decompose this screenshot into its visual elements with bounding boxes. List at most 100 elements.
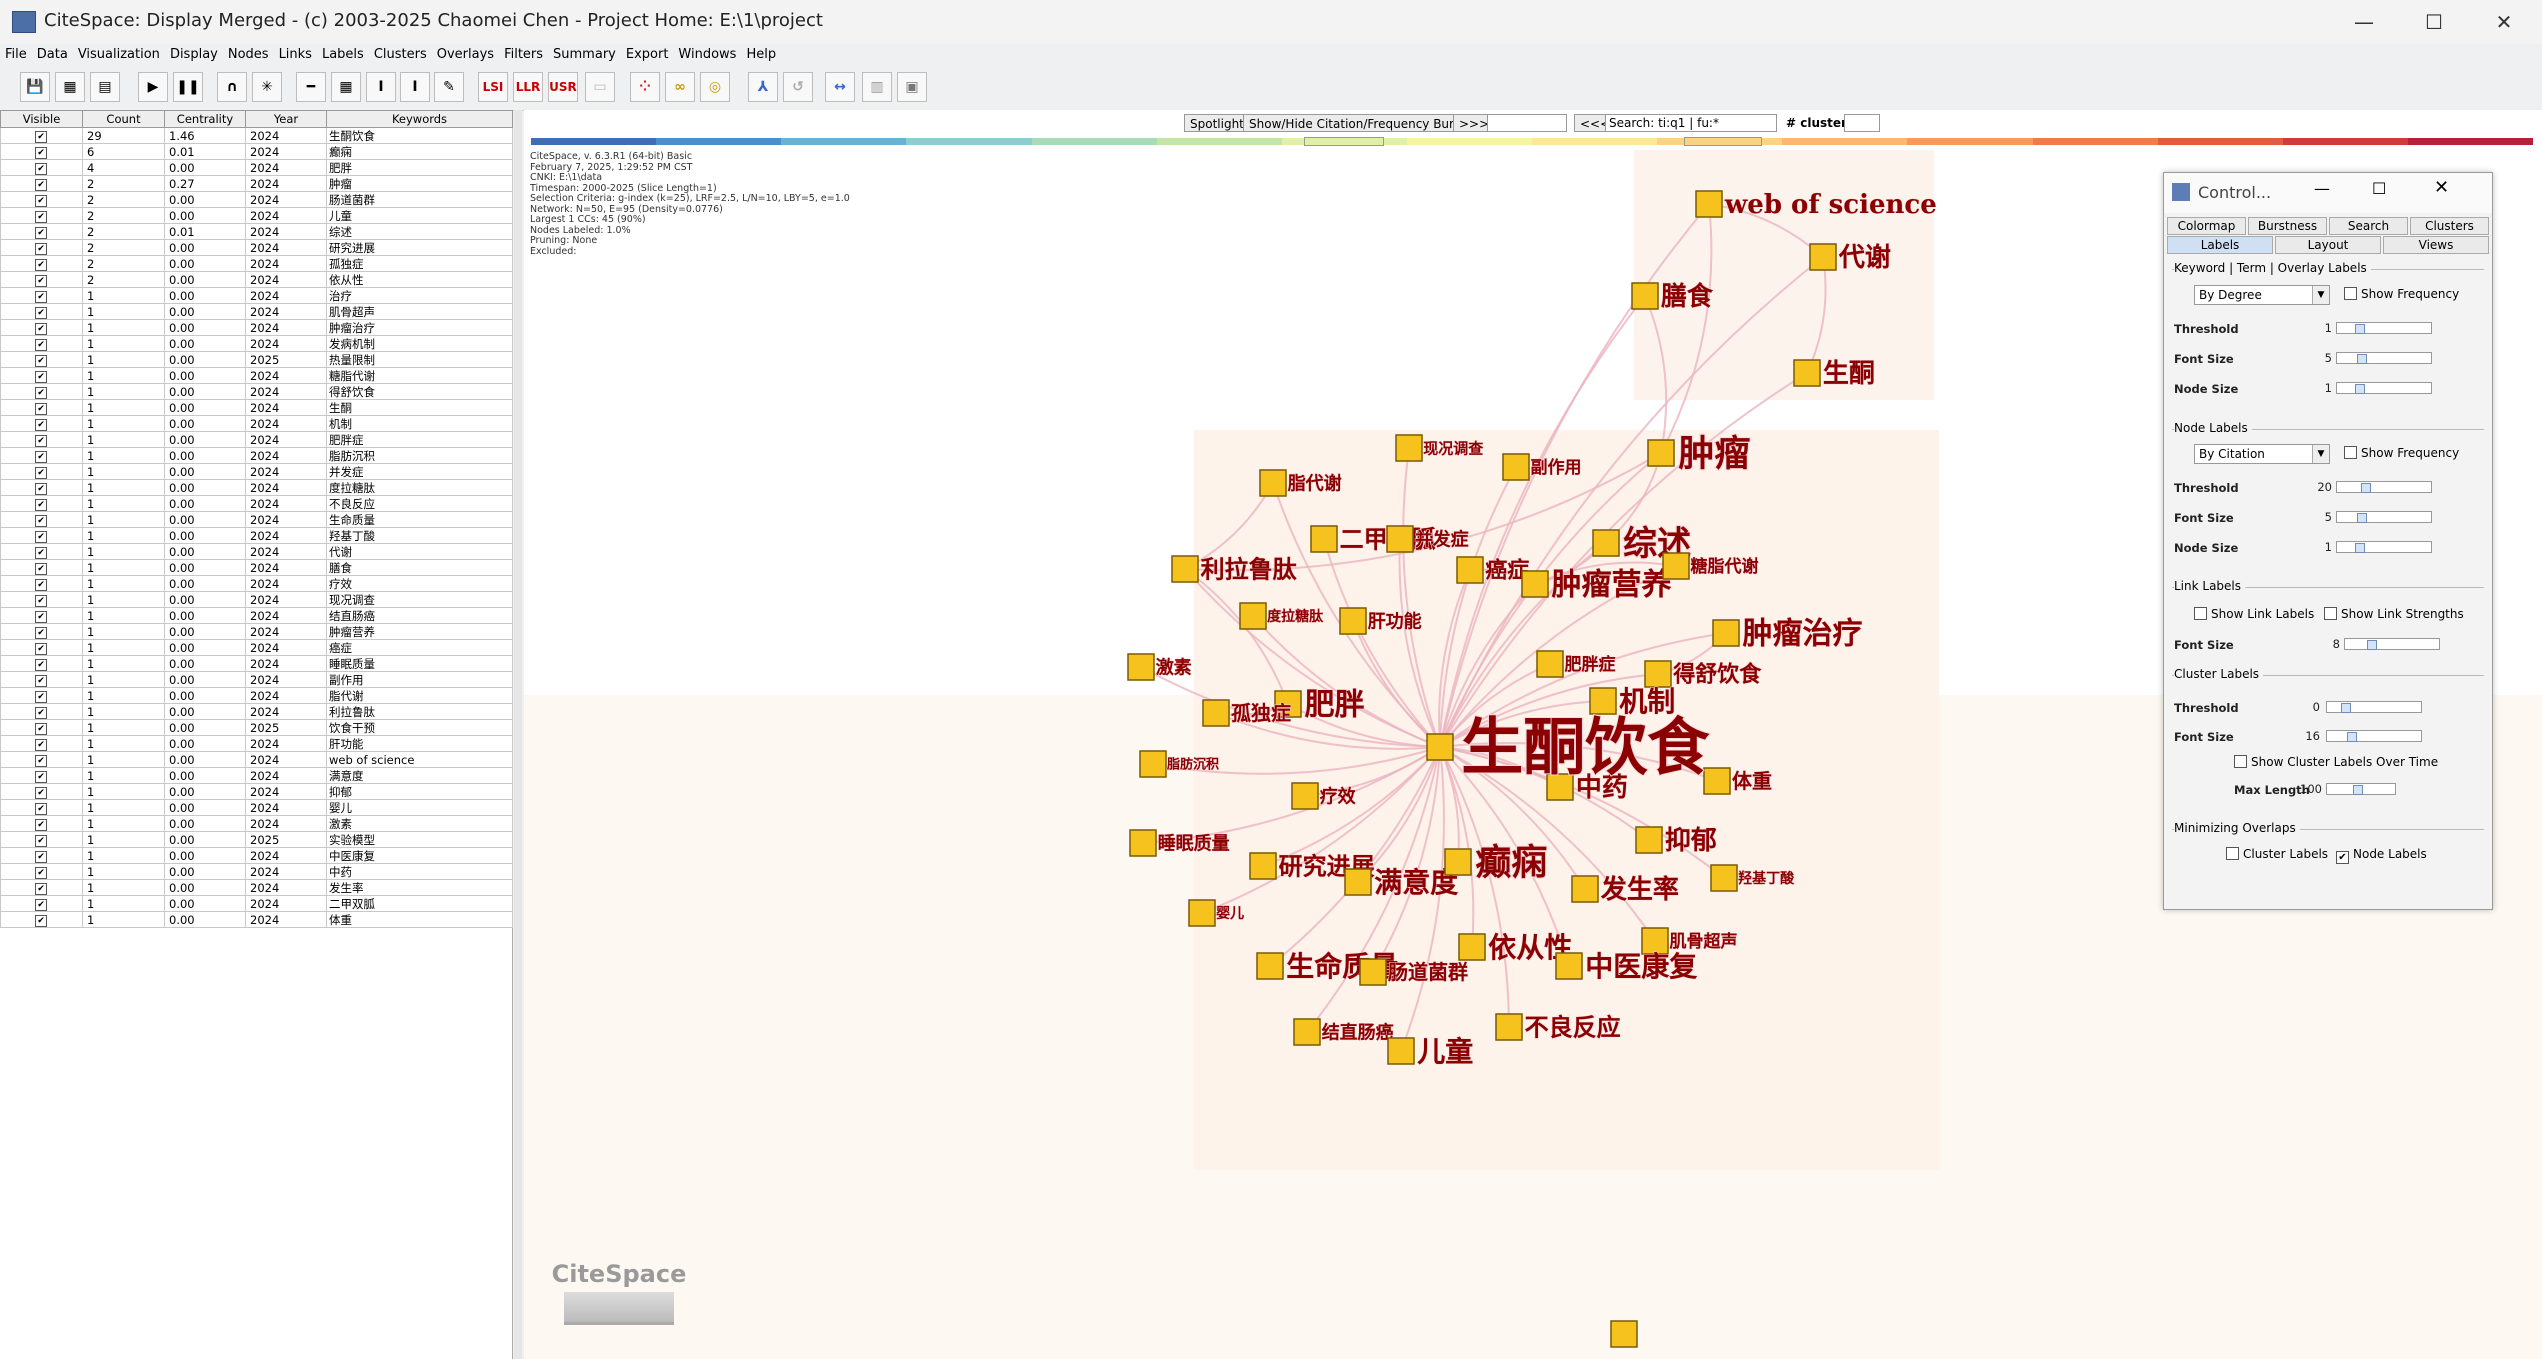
table-row[interactable]: ✔ 1 0.00 2024 体重 [0, 911, 513, 928]
network-node[interactable] [1662, 552, 1690, 580]
tab-views[interactable]: Views [2383, 236, 2489, 254]
table-row[interactable]: ✔ 1 0.00 2024 癌症 [0, 639, 513, 656]
burst-icon[interactable]: ✳ [252, 72, 282, 102]
visible-cell[interactable]: ✔ [0, 415, 83, 432]
visible-cell[interactable]: ✔ [0, 287, 83, 304]
network-node[interactable] [1695, 190, 1723, 218]
visible-cell[interactable]: ✔ [0, 719, 83, 736]
visible-checkbox[interactable]: ✔ [35, 659, 47, 671]
table-row[interactable]: ✔ 1 0.00 2024 脂代谢 [0, 687, 513, 704]
cluster-dots-icon[interactable]: ⁘ [630, 72, 660, 102]
visible-checkbox[interactable]: ✔ [35, 371, 47, 383]
table-row[interactable]: ✔ 2 0.00 2024 孤独症 [0, 255, 513, 272]
network-node[interactable] [1502, 453, 1530, 481]
visible-checkbox[interactable]: ✔ [35, 131, 47, 143]
table-row[interactable]: ✔ 1 0.00 2025 实验模型 [0, 831, 513, 848]
network-node-label[interactable]: 副作用 [1530, 456, 1582, 478]
table-row[interactable]: ✔ 1 0.00 2024 生酮 [0, 399, 513, 416]
grid-color-icon[interactable]: ▦ [331, 72, 361, 102]
table-row[interactable]: ✔ 1 0.00 2024 睡眠质量 [0, 655, 513, 672]
minimize-button[interactable]: — [2336, 6, 2392, 38]
visible-checkbox[interactable]: ✔ [35, 579, 47, 591]
keyword-threshold-slider[interactable] [2336, 322, 2432, 334]
keyword-label-combo[interactable]: By Degree ▼ [2194, 285, 2330, 305]
visible-checkbox[interactable]: ✔ [35, 883, 47, 895]
visible-checkbox[interactable]: ✔ [35, 707, 47, 719]
node-label-combo[interactable]: By Citation ▼ [2194, 444, 2330, 464]
menu-nodes[interactable]: Nodes [223, 44, 274, 62]
visible-cell[interactable]: ✔ [0, 623, 83, 640]
network-node[interactable] [1344, 868, 1372, 896]
menu-help[interactable]: Help [741, 44, 781, 62]
visible-cell[interactable]: ✔ [0, 783, 83, 800]
network-node-label[interactable]: 肿瘤治疗 [1742, 616, 1863, 652]
visible-cell[interactable]: ✔ [0, 895, 83, 912]
visible-checkbox[interactable]: ✔ [35, 531, 47, 543]
visible-cell[interactable]: ✔ [0, 223, 83, 240]
tab-burstness[interactable]: Burstness [2248, 217, 2327, 235]
visible-cell[interactable]: ✔ [0, 559, 83, 576]
table-row[interactable]: ✔ 1 0.00 2024 中药 [0, 863, 513, 880]
network-node-label[interactable]: 癫痫 [1474, 841, 1548, 885]
table-row[interactable]: ✔ 2 0.00 2024 肠道菌群 [0, 191, 513, 208]
clapper-icon[interactable]: ▦ [55, 72, 85, 102]
table-row[interactable]: ✔ 1 0.00 2025 热量限制 [0, 351, 513, 368]
visible-cell[interactable]: ✔ [0, 687, 83, 704]
table-row[interactable]: ✔ 2 0.00 2024 依从性 [0, 271, 513, 288]
pause-icon[interactable]: ❚❚ [173, 72, 203, 102]
visible-cell[interactable]: ✔ [0, 799, 83, 816]
visible-cell[interactable]: ✔ [0, 847, 83, 864]
visible-checkbox[interactable]: ✔ [35, 467, 47, 479]
network-node-label[interactable]: 利拉鲁肽 [1200, 554, 1298, 584]
visible-cell[interactable]: ✔ [0, 831, 83, 848]
visible-cell[interactable]: ✔ [0, 207, 83, 224]
visible-cell[interactable]: ✔ [0, 367, 83, 384]
visible-cell[interactable]: ✔ [0, 735, 83, 752]
visible-cell[interactable]: ✔ [0, 383, 83, 400]
visible-cell[interactable]: ✔ [0, 303, 83, 320]
table-row[interactable]: ✔ 1 0.00 2024 度拉糖肽 [0, 479, 513, 496]
network-node-label[interactable]: 并发症 [1414, 528, 1469, 551]
visible-checkbox[interactable]: ✔ [35, 595, 47, 607]
close-button[interactable]: ✕ [2476, 6, 2532, 38]
table-row[interactable]: ✔ 1 0.00 2024 肿瘤营养 [0, 623, 513, 640]
menu-filters[interactable]: Filters [499, 44, 548, 62]
network-node-label[interactable]: 中医康复 [1585, 949, 1698, 983]
visible-checkbox[interactable]: ✔ [35, 867, 47, 879]
resize-icon[interactable]: ↔ [825, 72, 855, 102]
menu-export[interactable]: Export [621, 44, 674, 62]
visible-cell[interactable]: ✔ [0, 879, 83, 896]
undo-icon[interactable]: ↺ [783, 72, 813, 102]
max-length-slider[interactable] [2326, 783, 2396, 795]
network-node[interactable] [1592, 529, 1620, 557]
table-row[interactable]: ✔ 1 0.00 2024 二甲双胍 [0, 895, 513, 912]
network-node-label[interactable]: web of science [1723, 190, 1937, 221]
keyword-node-size-slider[interactable] [2336, 382, 2432, 394]
network-node-label[interactable]: 糖脂代谢 [1690, 555, 1759, 577]
visible-checkbox[interactable]: ✔ [35, 547, 47, 559]
palette-icon[interactable]: ✎ [434, 72, 464, 102]
network-node-label[interactable]: 抑郁 [1664, 826, 1717, 857]
splitter[interactable] [514, 110, 522, 1359]
table-row[interactable]: ✔ 1 0.00 2024 肌骨超声 [0, 303, 513, 320]
table-row[interactable]: ✔ 1 0.00 2024 肝功能 [0, 735, 513, 752]
table-row[interactable]: ✔ 2 0.01 2024 综述 [0, 223, 513, 240]
visible-cell[interactable]: ✔ [0, 655, 83, 672]
network-node-label[interactable]: 肠道菌群 [1388, 960, 1469, 985]
visible-checkbox[interactable]: ✔ [35, 339, 47, 351]
network-node[interactable] [1386, 525, 1414, 553]
network-node-label[interactable]: 肿瘤营养 [1551, 567, 1672, 603]
pdf-icon[interactable]: ▤ [90, 72, 120, 102]
target-icon[interactable]: ◎ [700, 72, 730, 102]
column-header-visible[interactable]: Visible [0, 110, 83, 128]
visible-checkbox[interactable]: ✔ [35, 243, 47, 255]
table-row[interactable]: ✔ 1 0.00 2024 生命质量 [0, 511, 513, 528]
network-node-label[interactable]: 肝功能 [1367, 610, 1422, 633]
tab-layout[interactable]: Layout [2275, 236, 2381, 254]
network-node[interactable] [1139, 750, 1167, 778]
usr-button[interactable]: USR [548, 72, 578, 102]
visible-checkbox[interactable]: ✔ [35, 435, 47, 447]
visible-cell[interactable]: ✔ [0, 751, 83, 768]
link-font-size-slider[interactable] [2344, 638, 2440, 650]
visible-cell[interactable]: ✔ [0, 319, 83, 336]
